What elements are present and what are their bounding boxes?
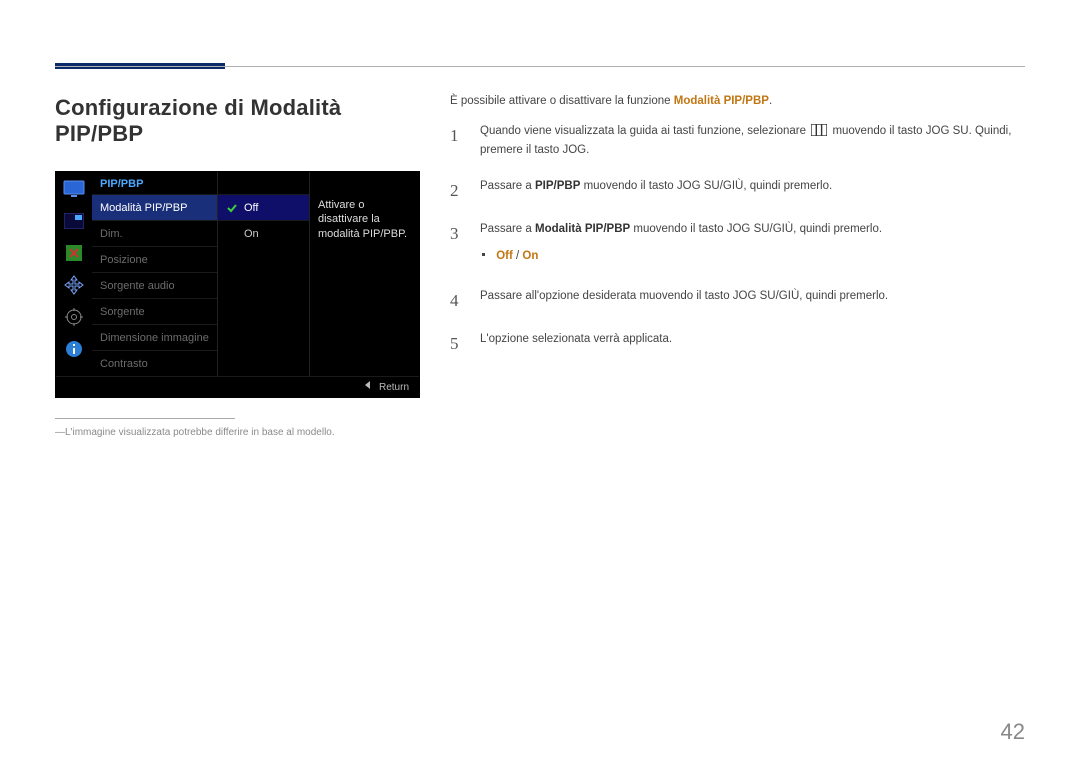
left-column: Configurazione di Modalità PIP/PBP — [55, 95, 425, 438]
step-body: Passare all'opzione desiderata muovendo … — [480, 288, 1025, 314]
gear-icon — [62, 306, 86, 328]
osd-menu-item[interactable]: Sorgente audio — [92, 272, 217, 298]
osd-menu-item[interactable]: Sorgente — [92, 298, 217, 324]
osd-menu-item[interactable]: Dimensione immagine — [92, 324, 217, 350]
osd-menu-item[interactable]: Posizione — [92, 246, 217, 272]
page-content: Configurazione di Modalità PIP/PBP — [55, 95, 1025, 438]
step-2: 2 Passare a PIP/PBP muovendo il tasto JO… — [450, 178, 1025, 204]
move-arrows-icon — [62, 274, 86, 296]
step-5: 5 L'opzione selezionata verrà applicata. — [450, 331, 1025, 357]
step-4: 4 Passare all'opzione desiderata muovend… — [450, 288, 1025, 314]
step-body: Passare a Modalità PIP/PBP muovendo il t… — [480, 221, 1025, 270]
step-number: 4 — [450, 288, 464, 314]
step-body: L'opzione selezionata verrà applicata. — [480, 331, 1025, 357]
right-column: È possibile attivare o disattivare la fu… — [450, 95, 1025, 438]
step-number: 2 — [450, 178, 464, 204]
step-number: 5 — [450, 331, 464, 357]
step-3: 3 Passare a Modalità PIP/PBP muovendo il… — [450, 221, 1025, 270]
page-heading: Configurazione di Modalità PIP/PBP — [55, 95, 425, 147]
bullet-icon — [482, 253, 485, 256]
osd-option-on[interactable]: On — [218, 220, 309, 246]
osd-menu-item[interactable]: Contrasto — [92, 350, 217, 376]
osd-option-column: Off On — [217, 172, 309, 376]
osd-help-column: Attivare o disattivare la modalità PIP/P… — [309, 172, 419, 376]
step-number: 1 — [450, 123, 464, 160]
intro-text: È possibile attivare o disattivare la fu… — [450, 95, 1025, 107]
option-label: Off — [244, 202, 258, 214]
check-icon — [226, 202, 238, 214]
info-icon — [62, 338, 86, 360]
step-number: 3 — [450, 221, 464, 270]
osd-help-text: Attivare o disattivare la modalità PIP/P… — [318, 198, 411, 241]
osd-option-off[interactable]: Off — [218, 194, 309, 220]
pip-icon — [62, 210, 86, 232]
footnote: ―L'immagine visualizzata potrebbe differ… — [55, 427, 425, 438]
step-body: Quando viene visualizzata la guida ai ta… — [480, 123, 1025, 160]
osd-menu-column: PIP/PBP Modalità PIP/PBP Dim. Posizione … — [92, 172, 217, 376]
step-1: 1 Quando viene visualizzata la guida ai … — [450, 123, 1025, 160]
option-bullet: Off / On — [480, 248, 1025, 265]
step-body: Passare a PIP/PBP muovendo il tasto JOG … — [480, 178, 1025, 204]
multi-window-icon — [811, 124, 827, 142]
step-list: 1 Quando viene visualizzata la guida ai … — [450, 123, 1025, 357]
page-number: 42 — [1001, 719, 1025, 745]
monitor-icon — [62, 178, 86, 200]
footnote-rule — [55, 418, 235, 419]
osd-icon-strip — [56, 172, 92, 376]
close-icon — [62, 242, 86, 264]
back-arrow-icon — [365, 381, 370, 389]
osd-footer: Return — [56, 376, 419, 397]
header-rule — [55, 66, 1025, 67]
osd-menu-item[interactable]: Dim. — [92, 220, 217, 246]
osd-screenshot: PIP/PBP Modalità PIP/PBP Dim. Posizione … — [55, 171, 420, 398]
osd-menu-item[interactable]: Modalità PIP/PBP — [92, 194, 217, 220]
option-label: On — [244, 228, 259, 240]
osd-menu-header: PIP/PBP — [92, 172, 217, 194]
osd-footer-label: Return — [379, 382, 409, 393]
